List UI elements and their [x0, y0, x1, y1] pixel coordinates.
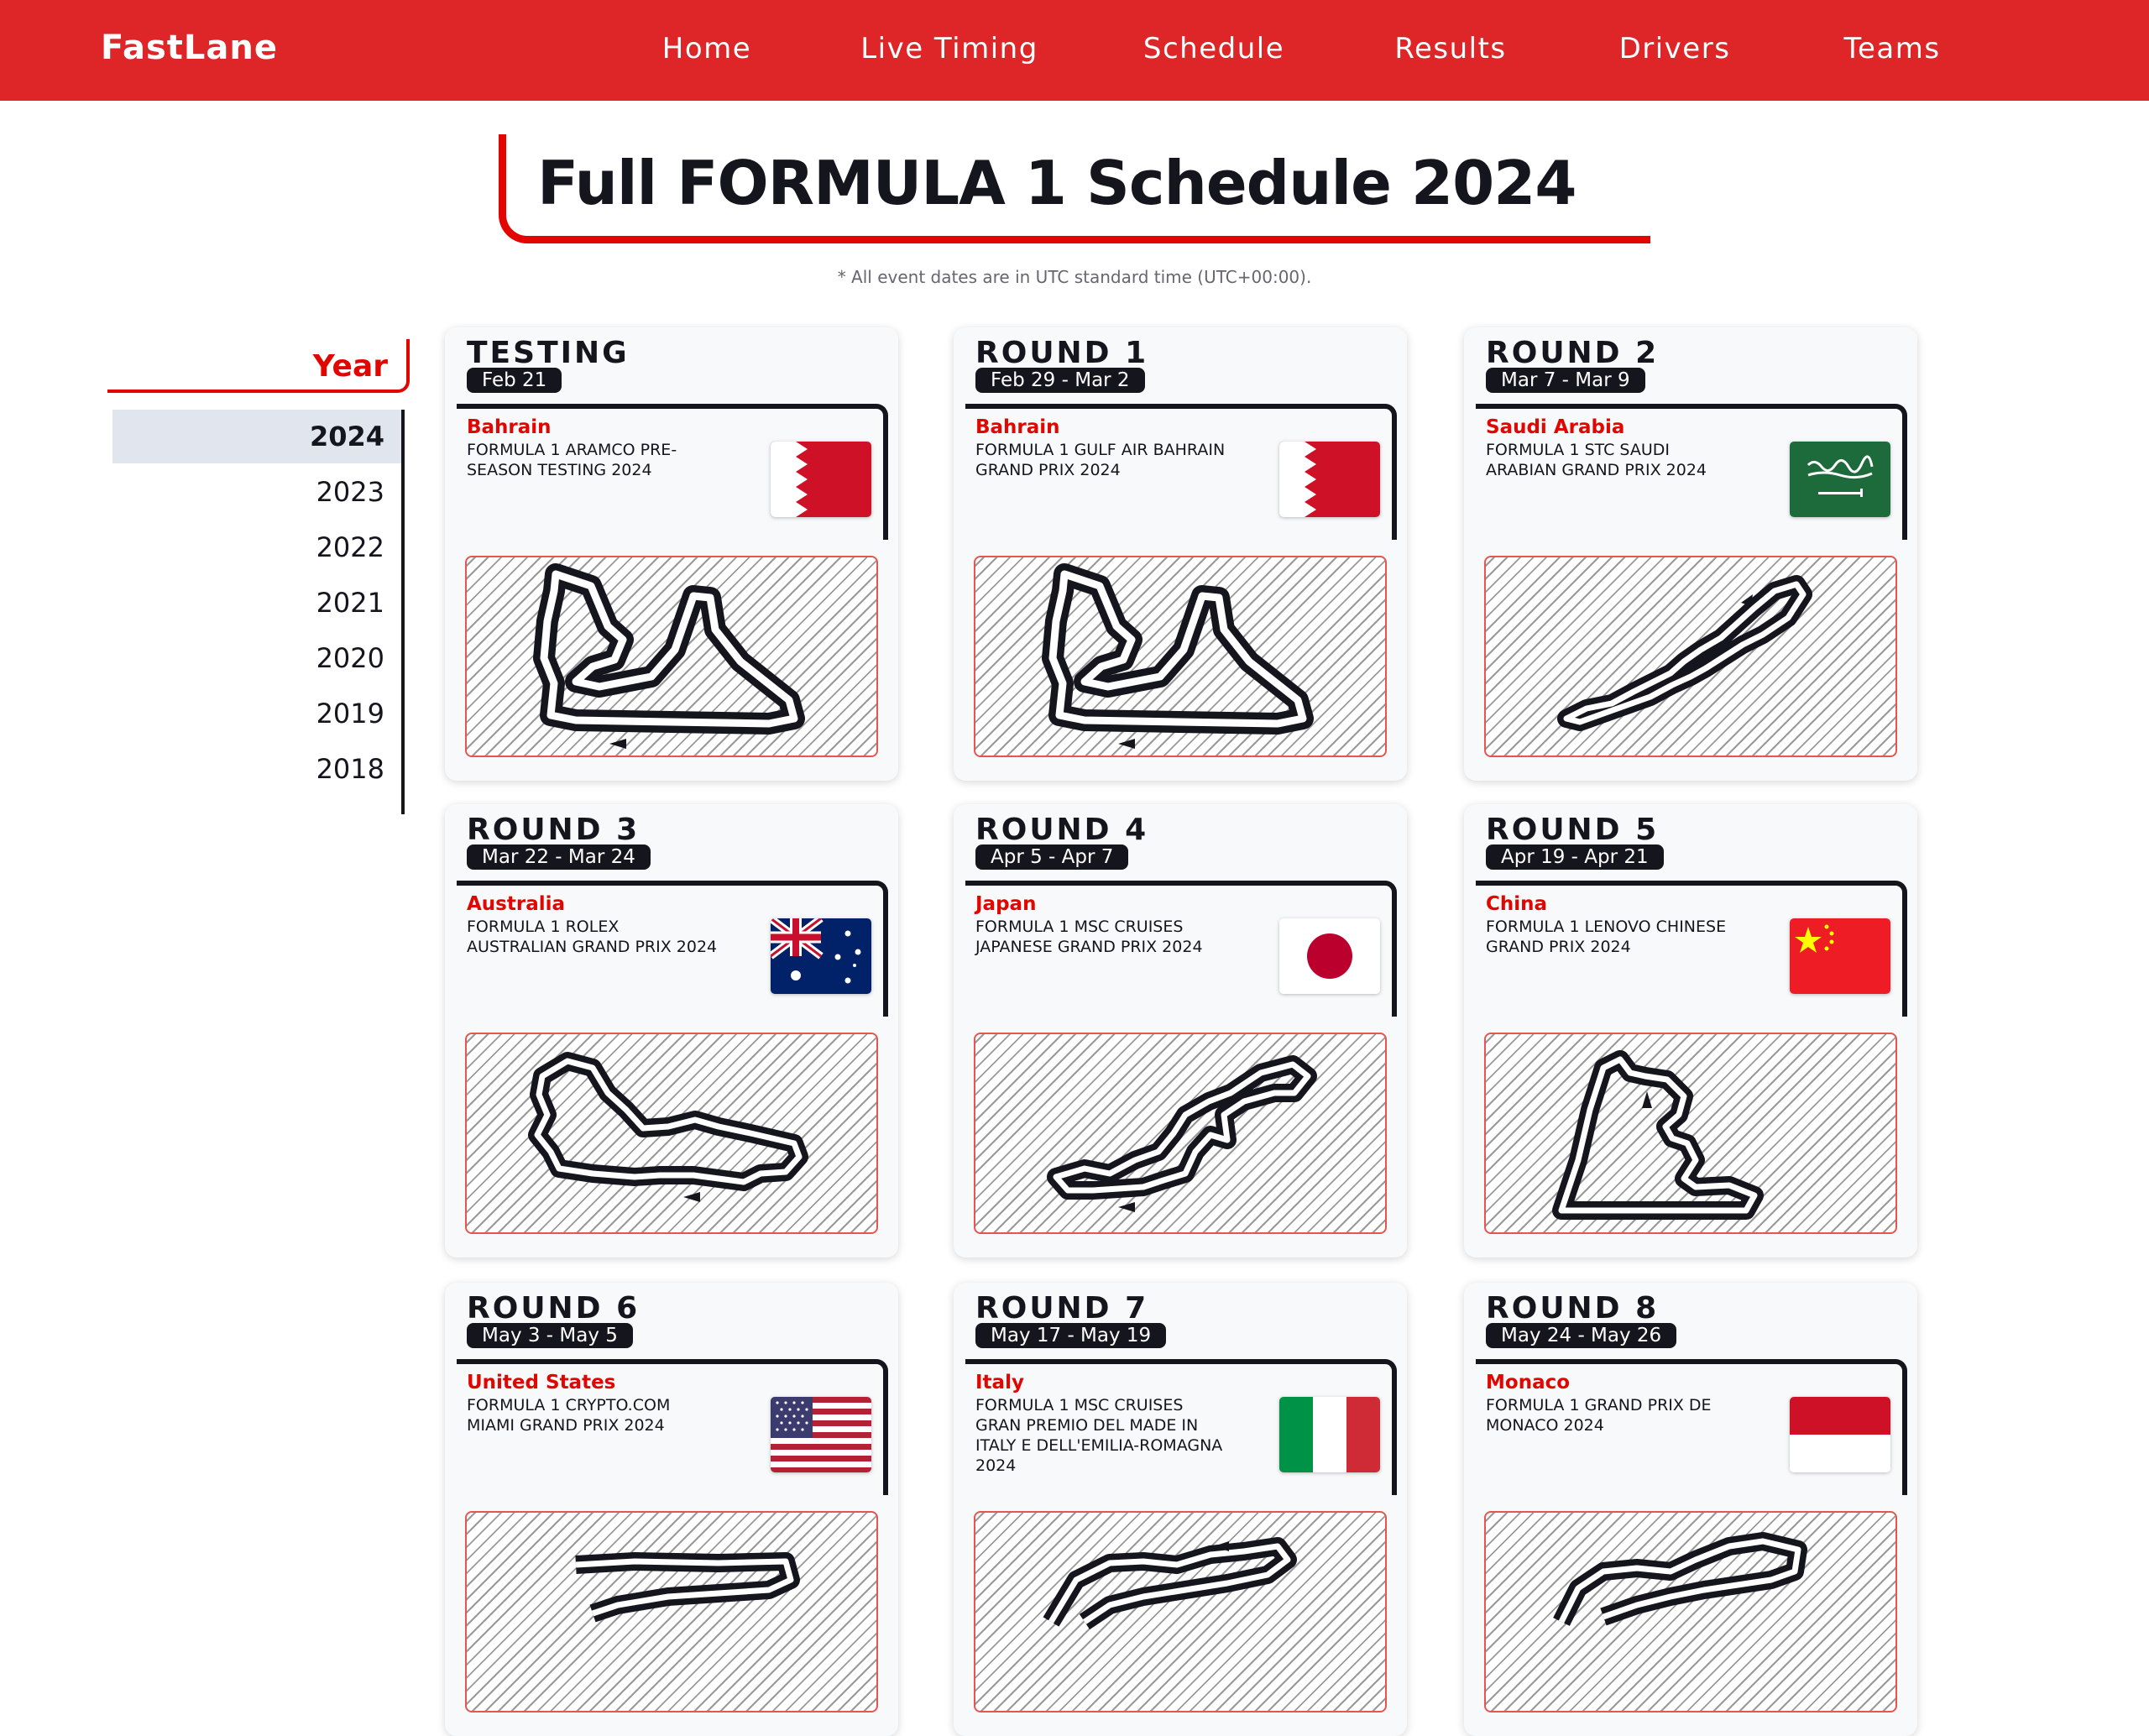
track-map [1484, 1511, 1897, 1712]
date-badge: Apr 19 - Apr 21 [1486, 844, 1664, 870]
event-card-round-8[interactable]: ROUND 8 May 24 - May 26 Monaco FORMULA 1… [1464, 1283, 1917, 1736]
year-item-2022[interactable]: 2022 [112, 520, 401, 574]
date-badge: May 24 - May 26 [1486, 1323, 1677, 1348]
track-map [974, 1511, 1387, 1712]
country-name: Bahrain [467, 416, 552, 438]
year-item-2018[interactable]: 2018 [112, 742, 401, 796]
nav-link-live-timing[interactable]: Live Timing [860, 32, 1038, 65]
event-card-round-6[interactable]: ROUND 6 May 3 - May 5 United States FORM… [445, 1283, 898, 1736]
round-label: ROUND 1 [975, 336, 1149, 370]
monaco-flag [1790, 1397, 1890, 1472]
date-badge: Feb 29 - Mar 2 [975, 368, 1145, 393]
bahrain-circuit-icon [1042, 563, 1314, 749]
event-card-round-3[interactable]: ROUND 3 Mar 22 - Mar 24 Australia FORMUL… [445, 804, 898, 1258]
track-map [1484, 1033, 1897, 1234]
event-card-round-1[interactable]: ROUND 1 Feb 29 - Mar 2 Bahrain FORMULA 1… [954, 327, 1407, 781]
track-map [974, 556, 1387, 757]
event-card-round-4[interactable]: ROUND 4 Apr 5 - Apr 7 Japan FORMULA 1 MS… [954, 804, 1407, 1258]
bahrain-flag [1279, 442, 1380, 517]
event-name: FORMULA 1 LENOVO CHINESE GRAND PRIX 2024 [1486, 918, 1727, 956]
nav-link-schedule[interactable]: Schedule [1143, 32, 1284, 65]
event-name: FORMULA 1 GRAND PRIX DE MONACO 2024 [1486, 1396, 1712, 1435]
round-label: TESTING [467, 336, 630, 370]
round-label: ROUND 8 [1486, 1291, 1660, 1326]
country-name: United States [467, 1372, 616, 1394]
event-name: FORMULA 1 ROLEX AUSTRALIAN GRAND PRIX 20… [467, 918, 718, 956]
year-filter-label: Year [312, 349, 388, 384]
year-item-2023[interactable]: 2023 [112, 465, 401, 519]
shanghai-circuit-icon [1552, 1050, 1764, 1220]
country-name: Japan [975, 893, 1037, 915]
date-badge: May 17 - May 19 [975, 1323, 1167, 1348]
italy-flag [1279, 1397, 1380, 1472]
event-name: FORMULA 1 CRYPTO.COM MIAMI GRAND PRIX 20… [467, 1396, 671, 1435]
event-name: FORMULA 1 MSC CRUISES GRAN PREMIO DEL MA… [975, 1396, 1223, 1475]
albert-park-circuit-icon [528, 1052, 808, 1202]
event-name: FORMULA 1 GULF AIR BAHRAIN GRAND PRIX 20… [975, 441, 1226, 479]
jeddah-circuit-icon [1557, 575, 1812, 731]
bahrain-flag [771, 442, 871, 517]
date-badge: Apr 5 - Apr 7 [975, 844, 1129, 870]
saudi-arabia-flag [1790, 442, 1890, 517]
event-card-testing[interactable]: TESTING Feb 21 Bahrain FORMULA 1 ARAMCO … [445, 327, 898, 781]
country-name: Australia [467, 893, 566, 915]
date-badge: Feb 21 [467, 368, 562, 393]
nav-link-teams[interactable]: Teams [1843, 32, 1940, 65]
track-map [465, 556, 878, 757]
round-label: ROUND 7 [975, 1291, 1149, 1326]
event-card-round-7[interactable]: ROUND 7 May 17 - May 19 Italy FORMULA 1 … [954, 1283, 1407, 1736]
round-label: ROUND 3 [467, 813, 641, 847]
year-item-2024[interactable]: 2024 [112, 410, 401, 463]
bahrain-circuit-icon [533, 563, 805, 749]
japan-flag [1279, 918, 1380, 994]
round-label: ROUND 6 [467, 1291, 641, 1326]
suzuka-circuit-icon [1047, 1055, 1317, 1212]
round-label: ROUND 5 [1486, 813, 1660, 847]
country-name: Monaco [1486, 1372, 1571, 1394]
top-navbar: FastLane Home Live Timing Schedule Resul… [0, 0, 2149, 101]
monaco-circuit-icon [1553, 1532, 1807, 1626]
fastlane-logo[interactable]: FastLane [101, 29, 278, 67]
track-map [465, 1511, 878, 1712]
page-title: Full FORMULA 1 Schedule 2024 [537, 148, 1576, 218]
timezone-note: * All event dates are in UTC standard ti… [837, 267, 1312, 287]
year-item-2020[interactable]: 2020 [112, 631, 401, 685]
date-badge: Mar 7 - Mar 9 [1486, 368, 1645, 393]
date-badge: May 3 - May 5 [467, 1323, 633, 1348]
united-states-flag [771, 1397, 871, 1472]
event-name: FORMULA 1 MSC CRUISES JAPANESE GRAND PRI… [975, 918, 1203, 956]
event-card-round-2[interactable]: ROUND 2 Mar 7 - Mar 9 Saudi Arabia FORMU… [1464, 327, 1917, 781]
country-name: Saudi Arabia [1486, 416, 1625, 438]
country-name: Italy [975, 1372, 1024, 1394]
year-list: 2024 2023 2022 2021 2020 2019 2018 [112, 410, 405, 814]
country-name: China [1486, 893, 1548, 915]
miami-circuit-icon [575, 1552, 800, 1623]
china-flag [1790, 918, 1890, 994]
year-item-2019[interactable]: 2019 [112, 687, 401, 740]
event-name: FORMULA 1 ARAMCO PRE-SEASON TESTING 2024 [467, 441, 677, 479]
event-card-round-5[interactable]: ROUND 5 Apr 19 - Apr 21 China FORMULA 1 … [1464, 804, 1917, 1258]
country-name: Bahrain [975, 416, 1060, 438]
australia-flag [771, 918, 871, 994]
nav-link-drivers[interactable]: Drivers [1619, 32, 1731, 65]
track-map [974, 1033, 1387, 1234]
event-name: FORMULA 1 STC SAUDI ARABIAN GRAND PRIX 2… [1486, 441, 1707, 479]
imola-circuit-icon [1043, 1537, 1297, 1630]
nav-link-results[interactable]: Results [1394, 32, 1506, 65]
track-map [1484, 556, 1897, 757]
round-label: ROUND 4 [975, 813, 1149, 847]
date-badge: Mar 22 - Mar 24 [467, 844, 651, 870]
nav-link-home[interactable]: Home [662, 32, 751, 65]
track-map [465, 1033, 878, 1234]
year-filter-header: Year [107, 339, 410, 393]
year-item-2021[interactable]: 2021 [112, 576, 401, 630]
round-label: ROUND 2 [1486, 336, 1660, 370]
